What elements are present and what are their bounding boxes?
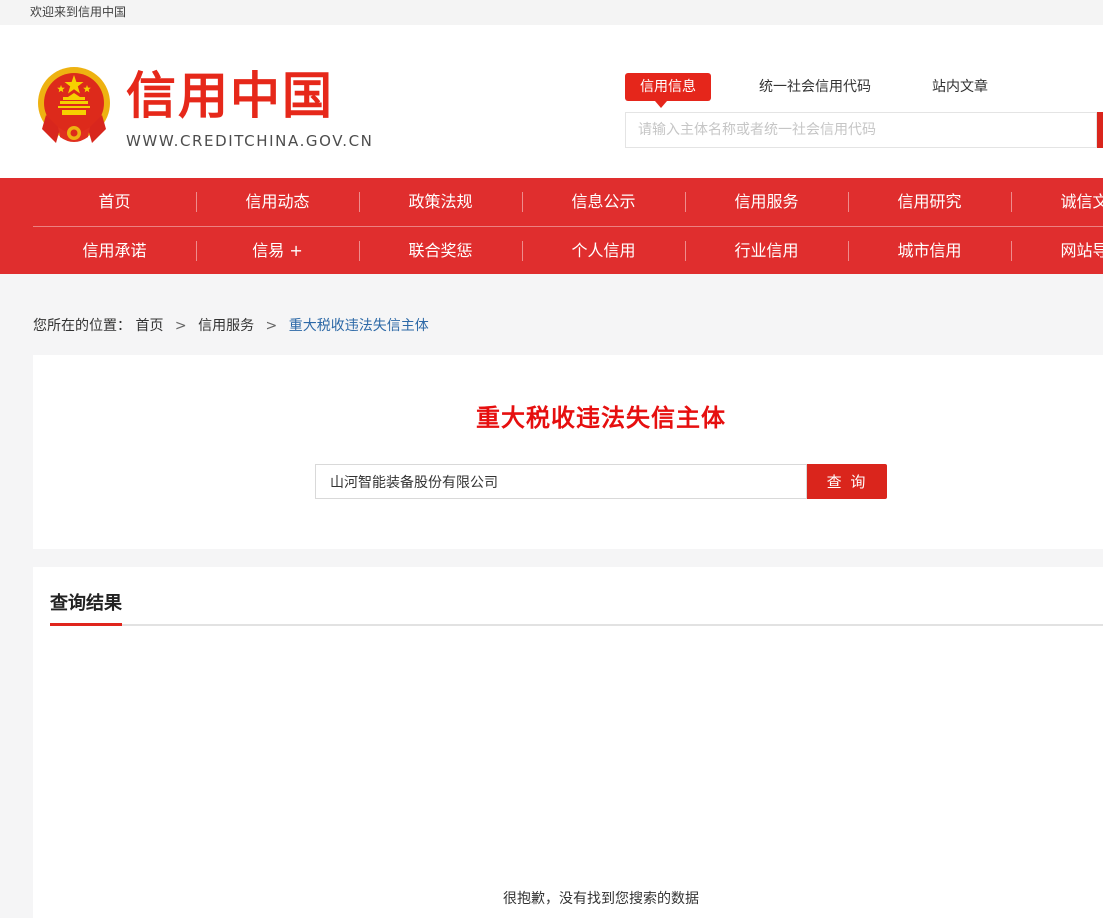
query-card: 重大税收违法失信主体 查 询 (33, 355, 1103, 549)
tab-social-credit-code[interactable]: 统一社会信用代码 (759, 73, 871, 101)
header-search-module: 信用信息 统一社会信用代码 站内文章 (625, 73, 1103, 148)
page-title: 重大税收违法失信主体 (33, 355, 1103, 433)
breadcrumb-current-page[interactable]: 重大税收违法失信主体 (289, 318, 429, 334)
nav-item-personal-credit[interactable]: 个人信用 (522, 227, 685, 274)
brand-block: 信用中国 WWW.CREDITCHINA.GOV.CN (126, 70, 374, 150)
header-search-button[interactable] (1097, 112, 1103, 148)
nav-row-2: 信用承诺 信易 + 联合奖惩 个人信用 行业信用 城市信用 网站导航 (33, 226, 1103, 274)
breadcrumb-credit-services[interactable]: 信用服务 (198, 318, 254, 334)
brand-title: 信用中国 (126, 70, 374, 123)
page-body: 您所在的位置： 首页 > 信用服务 > 重大税收违法失信主体 重大税收违法失信主… (0, 274, 1103, 918)
nav-item-policies[interactable]: 政策法规 (359, 178, 522, 226)
tab-credit-info[interactable]: 信用信息 (625, 73, 711, 101)
breadcrumb-prefix: 您所在的位置： (33, 318, 131, 334)
query-search-input[interactable] (315, 464, 807, 499)
nav-item-credit-services[interactable]: 信用服务 (685, 178, 848, 226)
site-header: 信用中国 WWW.CREDITCHINA.GOV.CN 信用信息 统一社会信用代… (0, 25, 1103, 178)
query-search-row: 查 询 (315, 464, 887, 499)
nav-item-site-map[interactable]: 网站导航 (1011, 227, 1103, 274)
nav-item-joint-reward-punishment[interactable]: 联合奖惩 (359, 227, 522, 274)
nav-item-credit-research[interactable]: 信用研究 (848, 178, 1011, 226)
nav-item-xinyi-plus[interactable]: 信易 + (196, 227, 359, 274)
results-heading: 查询结果 (50, 589, 122, 626)
empty-results-message: 很抱歉，没有找到您搜索的数据 (33, 888, 1103, 908)
nav-item-industry-credit[interactable]: 行业信用 (685, 227, 848, 274)
search-tabs: 信用信息 统一社会信用代码 站内文章 (625, 73, 1103, 101)
brand-url: WWW.CREDITCHINA.GOV.CN (126, 132, 374, 150)
nav-item-city-credit[interactable]: 城市信用 (848, 227, 1011, 274)
tab-site-articles[interactable]: 站内文章 (932, 73, 988, 101)
main-nav-inner: 首页 信用动态 政策法规 信息公示 信用服务 信用研究 诚信文化 信用承诺 信易… (33, 178, 1103, 274)
nav-item-home[interactable]: 首页 (33, 178, 196, 226)
nav-item-credit-commitment[interactable]: 信用承诺 (33, 227, 196, 274)
query-search-button[interactable]: 查 询 (807, 464, 887, 499)
breadcrumb: 您所在的位置： 首页 > 信用服务 > 重大税收违法失信主体 (0, 274, 1103, 335)
national-emblem-logo (36, 63, 112, 151)
welcome-bar: 欢迎来到信用中国 (0, 0, 1103, 25)
breadcrumb-home[interactable]: 首页 (135, 318, 163, 334)
main-nav: 首页 信用动态 政策法规 信息公示 信用服务 信用研究 诚信文化 信用承诺 信易… (0, 178, 1103, 274)
breadcrumb-separator: > (175, 318, 187, 334)
welcome-text: 欢迎来到信用中国 (30, 5, 126, 19)
nav-item-info-disclosure[interactable]: 信息公示 (522, 178, 685, 226)
nav-item-integrity-culture[interactable]: 诚信文化 (1011, 178, 1103, 226)
nav-item-credit-news[interactable]: 信用动态 (196, 178, 359, 226)
breadcrumb-separator: > (266, 318, 278, 334)
results-card: 查询结果 很抱歉，没有找到您搜索的数据 (33, 567, 1103, 918)
header-search-input[interactable] (625, 112, 1097, 148)
results-header: 查询结果 (50, 567, 1103, 626)
nav-row-1: 首页 信用动态 政策法规 信息公示 信用服务 信用研究 诚信文化 (33, 178, 1103, 226)
header-search-row (625, 112, 1103, 148)
